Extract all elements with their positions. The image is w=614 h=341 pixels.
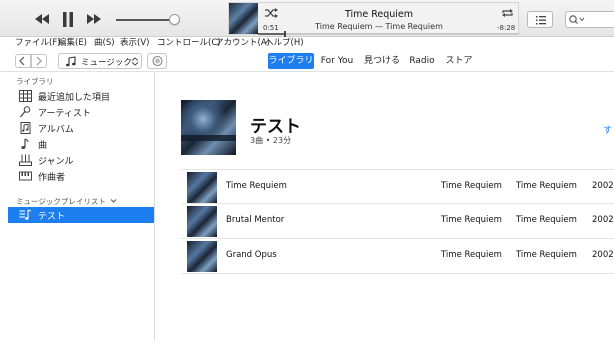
grid-icon [19,90,32,102]
repeat-icon [502,9,513,17]
menu-edit[interactable]: 編集(E) [58,37,87,49]
microphone-icon [19,106,31,118]
music-note-icon [66,56,76,67]
playback-progress-fill [258,33,285,35]
sidebar-item-recently-added[interactable]: 最近追加した項目 [8,88,154,104]
navigation-bar: ミュージック ライブラリ For You 見つける Radio ストア [0,49,614,72]
playlist-view: テスト 3曲 • 23分 す Time Requiem Time Requiem… [155,72,614,341]
chevron-left-icon [19,56,25,66]
menu-help[interactable]: ヘルプ(H) [265,37,304,49]
sidebar-item-songs[interactable]: 曲 [8,136,154,152]
library-header: ライブラリ [16,77,54,86]
track-artwork [187,172,217,203]
track-artist: Time Requiem [441,215,502,225]
sidebar-item-composers[interactable]: 作曲者 [8,168,154,184]
media-type-label: ミュージック [81,58,132,68]
itunes-store-button[interactable] [147,53,167,69]
player-bar: Time Requiem Time Requiem — Time Requiem… [0,0,614,37]
sidebar: ライブラリ 最近追加した項目 アーティスト アルバム 曲 ジャンル 作曲者 ミュ… [0,72,155,341]
menu-song[interactable]: 曲(S) [94,37,115,49]
track-artist: Time Requiem [441,181,502,191]
search-icon [569,15,585,24]
list-icon [536,16,546,25]
playlist-icon [19,209,32,220]
sidebar-item-label: 作曲者 [38,173,66,183]
menu-bar: ファイル(F) 編集(E) 曲(S) 表示(V) コントロール(C) アカウント… [0,37,614,49]
sidebar-item-label: テスト [38,212,66,222]
track-album: Time Requiem [516,215,577,225]
now-playing-subtitle: Time Requiem — Time Requiem [315,22,443,31]
menu-controls[interactable]: コントロール(C) [157,37,221,49]
playlists-header[interactable]: ミュージックプレイリスト [16,196,117,207]
tab-store[interactable]: ストア [444,53,474,69]
volume-fill [116,19,174,21]
sidebar-item-label: アーティスト [38,109,91,119]
track-name: Time Requiem [226,181,287,191]
sidebar-item-label: アルバム [38,125,74,135]
forward-button[interactable] [31,54,47,68]
piano-icon [19,171,32,181]
menu-file[interactable]: ファイル(F) [15,37,61,49]
track-row[interactable]: Grand Opus Time Requiem Time Requiem 200… [181,239,614,274]
playlist-meta: 3曲 • 23分 [250,136,292,145]
playlist-title: テスト [250,117,301,137]
tab-for-you[interactable]: For You [318,53,356,69]
track-name: Brutal Mentor [226,215,285,225]
track-name: Grand Opus [226,250,277,260]
playback-progress[interactable] [258,31,519,37]
previous-button[interactable] [34,12,50,26]
chevron-down-icon [110,199,117,203]
back-button[interactable] [15,54,31,68]
playlist-link[interactable]: す [603,123,612,136]
pause-icon [63,12,73,27]
next-button[interactable] [86,12,102,26]
artwork-banner [181,135,236,141]
sidebar-item-label: 曲 [38,141,48,151]
sidebar-item-artists[interactable]: アーティスト [8,104,154,120]
now-playing-title: Time Requiem [344,9,414,20]
tab-radio[interactable]: Radio [408,53,436,69]
repeat-button[interactable] [501,8,514,21]
track-album: Time Requiem [516,250,577,260]
now-playing-display: Time Requiem Time Requiem — Time Requiem… [228,2,519,37]
track-artwork [187,206,217,237]
volume-knob[interactable] [168,14,180,25]
pause-button[interactable] [61,12,77,27]
tab-browse[interactable]: 見つける [364,53,400,69]
playlist-artwork[interactable] [181,100,236,155]
search-input[interactable] [565,11,614,28]
now-playing-artwork[interactable] [229,3,258,34]
sidebar-item-label: ジャンル [38,157,74,167]
track-album: Time Requiem [516,181,577,191]
album-icon [20,122,31,134]
track-row[interactable]: Brutal Mentor Time Requiem Time Requiem … [181,204,614,239]
fast-forward-icon [87,14,101,24]
sidebar-item-genres[interactable]: ジャンル [8,152,154,168]
updown-chevron-icon [131,57,139,66]
sidebar-item-playlist-test[interactable]: テスト [8,207,154,223]
track-row[interactable]: Time Requiem Time Requiem Time Requiem 2… [181,169,614,204]
track-year: 2002 [592,250,614,260]
guitar-icon [19,154,32,166]
playlists-header-label: ミュージックプレイリスト [16,197,106,206]
track-year: 2002 [592,215,614,225]
track-artist: Time Requiem [441,250,502,260]
up-next-button[interactable] [527,11,553,28]
sidebar-item-label: 最近追加した項目 [38,93,111,103]
menu-account[interactable]: アカウント(A) [215,37,270,49]
shuffle-button[interactable] [264,8,278,21]
media-type-select[interactable]: ミュージック [58,53,142,69]
elapsed-time: 0:51 [263,24,279,32]
tab-library[interactable]: ライブラリ [268,53,314,69]
track-year: 2002 [592,181,614,191]
sidebar-item-albums[interactable]: アルバム [8,120,154,136]
shuffle-icon [265,8,278,18]
track-artwork [187,241,217,272]
chevron-right-icon [36,56,42,66]
music-note-icon [21,138,29,149]
menu-view[interactable]: 表示(V) [120,37,149,49]
remaining-time: -8:28 [497,24,516,32]
rewind-icon [35,14,49,24]
circle-icon [152,55,163,67]
